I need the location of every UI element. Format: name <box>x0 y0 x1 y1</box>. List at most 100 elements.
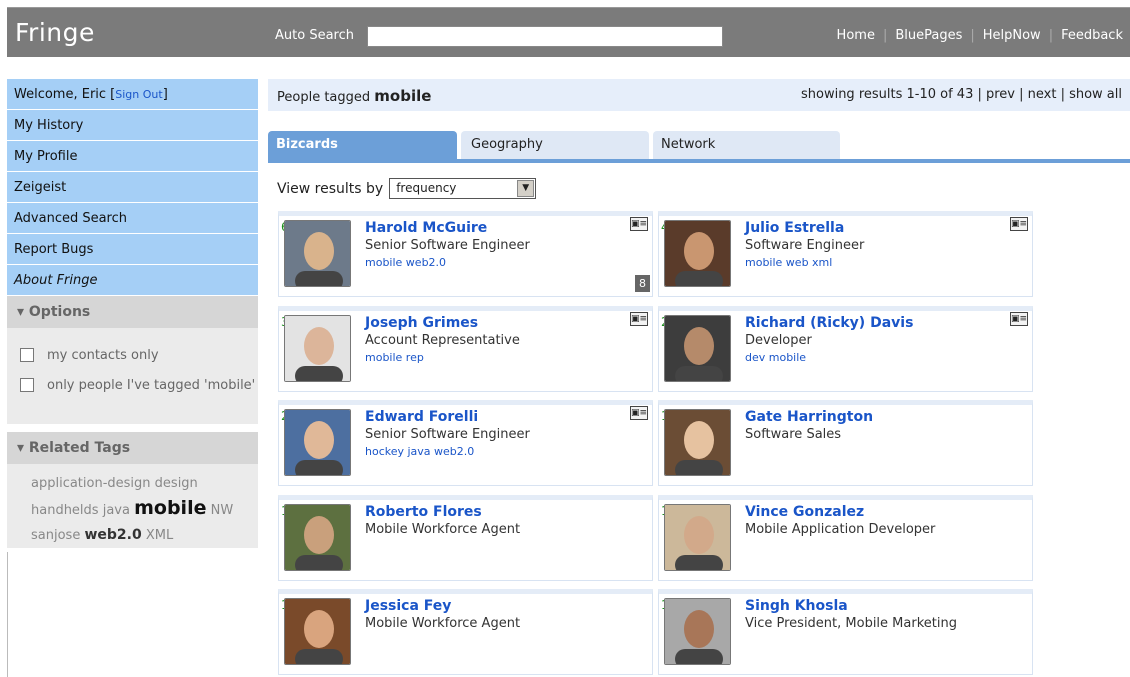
tagged-mobile-checkbox[interactable] <box>20 378 34 392</box>
divider <box>7 552 8 677</box>
person-photo[interactable] <box>664 504 731 571</box>
person-photo-image <box>665 316 730 381</box>
vcard-icon[interactable]: ▣≡ <box>630 406 648 420</box>
tab-bizcards[interactable]: Bizcards <box>268 131 457 159</box>
person-card: 1 Roberto Flores Mobile Workforce Agent <box>278 495 653 581</box>
vcard-icon[interactable]: ▣≡ <box>1010 312 1028 326</box>
welcome-row: Welcome, Eric [Sign Out] <box>7 79 258 110</box>
vcard-icon[interactable]: ▣≡ <box>630 217 648 231</box>
person-name[interactable]: Vince Gonzalez <box>745 504 864 520</box>
person-tags[interactable]: mobile web xml <box>745 256 832 269</box>
tag-link[interactable]: XML <box>146 528 173 543</box>
tag-link[interactable]: NW <box>211 503 234 518</box>
tag-link[interactable]: sanjose <box>31 528 80 543</box>
person-title: Mobile Workforce Agent <box>365 616 521 631</box>
person-name[interactable]: Julio Estrella <box>745 220 844 236</box>
sidebar-item-my-history[interactable]: My History <box>7 110 258 141</box>
person-tags[interactable]: mobile web2.0 <box>365 256 446 269</box>
sidebar-item-report-bugs[interactable]: Report Bugs <box>7 234 258 265</box>
person-name[interactable]: Singh Khosla <box>745 598 848 614</box>
nav-separator: | <box>1048 28 1054 43</box>
person-title: Senior Software Engineer <box>365 427 530 442</box>
tag-link[interactable]: mobile <box>134 497 206 519</box>
welcome-bracket: ] <box>162 87 168 102</box>
person-card: 3 Joseph Grimes Account Representative mobi… <box>278 306 653 392</box>
person-name[interactable]: Edward Forelli <box>365 409 478 425</box>
related-tags-title: Related Tags <box>28 440 131 456</box>
nav-home-link[interactable]: Home <box>837 28 875 43</box>
person-name[interactable]: Roberto Flores <box>365 504 482 520</box>
nav-bluepages-link[interactable]: BluePages <box>895 28 962 43</box>
person-card: 6 Harold McGuire Senior Software Engineer m… <box>278 211 653 297</box>
person-title: Developer <box>745 333 812 348</box>
person-photo[interactable] <box>284 409 351 476</box>
results-prefix: People tagged <box>277 90 375 105</box>
person-tags[interactable]: dev mobile <box>745 351 806 364</box>
view-by-select[interactable]: frequency ▼ <box>389 178 537 199</box>
nav-helpnow-link[interactable]: HelpNow <box>983 28 1041 43</box>
tag-link[interactable]: design <box>155 476 198 491</box>
nav-separator: | <box>882 28 888 43</box>
top-nav: Home | BluePages | HelpNow | Feedback <box>837 28 1123 43</box>
vcard-icon[interactable]: ▣≡ <box>1010 217 1028 231</box>
tab-geography[interactable]: Geography <box>461 131 649 159</box>
options-title: Options <box>28 304 91 320</box>
person-photo[interactable] <box>664 409 731 476</box>
person-name[interactable]: Richard (Ricky) Davis <box>745 315 913 331</box>
person-photo[interactable] <box>664 220 731 287</box>
person-photo-image <box>285 316 350 381</box>
person-tags[interactable]: mobile rep <box>365 351 424 364</box>
sidebar-item-about-fringe[interactable]: About Fringe <box>7 265 258 296</box>
person-title: Mobile Application Developer <box>745 522 936 537</box>
person-photo-image <box>665 505 730 570</box>
sidebar-item-zeigeist[interactable]: Zeigeist <box>7 172 258 203</box>
results-tag: mobile <box>374 87 432 105</box>
person-photo[interactable] <box>284 315 351 382</box>
my-contacts-label: my contacts only <box>47 347 159 363</box>
related-tags-header[interactable]: ▾ Related Tags <box>7 432 258 464</box>
dropdown-arrow-icon[interactable]: ▼ <box>517 180 535 197</box>
nav-feedback-link[interactable]: Feedback <box>1061 28 1123 43</box>
option-row: only people I've tagged 'mobile' <box>7 370 258 400</box>
person-title: Mobile Workforce Agent <box>365 522 521 537</box>
tab-underline <box>268 159 1130 163</box>
header: Fringe Auto Search Home | BluePages | He… <box>7 7 1130 57</box>
person-photo[interactable] <box>284 220 351 287</box>
view-by-selected: frequency <box>396 181 457 195</box>
nav-separator: | <box>970 28 975 43</box>
person-photo[interactable] <box>284 504 351 571</box>
view-by-label: View results by <box>277 180 384 197</box>
collapse-arrow-icon: ▾ <box>17 440 29 456</box>
brand-logo[interactable]: Fringe <box>15 18 95 47</box>
person-photo[interactable] <box>664 315 731 382</box>
options-panel: my contacts only only people I've tagged… <box>7 328 258 424</box>
related-tags-panel: application-design design handhelds java… <box>7 464 258 548</box>
person-tags[interactable]: hockey java web2.0 <box>365 445 474 458</box>
tab-network[interactable]: Network <box>653 131 840 159</box>
tag-link[interactable]: web2.0 <box>84 527 141 543</box>
my-contacts-checkbox[interactable] <box>20 348 34 362</box>
tag-link[interactable]: application-design <box>31 476 151 491</box>
sign-out-link[interactable]: Sign Out <box>115 88 162 101</box>
person-name[interactable]: Jessica Fey <box>365 598 451 614</box>
auto-search-input[interactable] <box>367 26 723 47</box>
person-photo[interactable] <box>664 598 731 665</box>
person-title: Vice President, Mobile Marketing <box>745 616 957 631</box>
person-name[interactable]: Harold McGuire <box>365 220 487 236</box>
options-header[interactable]: ▾ Options <box>7 296 258 328</box>
sidebar-item-advanced-search[interactable]: Advanced Search <box>7 203 258 234</box>
tag-link[interactable]: java <box>103 503 130 518</box>
person-photo-image <box>285 410 350 475</box>
person-photo[interactable] <box>284 598 351 665</box>
tag-link[interactable]: handhelds <box>31 503 99 518</box>
person-name[interactable]: Gate Harrington <box>745 409 873 425</box>
vcard-icon[interactable]: ▣≡ <box>630 312 648 326</box>
results-header: People tagged mobile showing results 1-1… <box>268 79 1130 111</box>
person-name[interactable]: Joseph Grimes <box>365 315 478 331</box>
sidebar-item-my-profile[interactable]: My Profile <box>7 141 258 172</box>
person-card: 2 Richard (Ricky) Davis Developer dev mobil… <box>658 306 1033 392</box>
results-pager[interactable]: showing results 1-10 of 43 | prev | next… <box>801 87 1122 102</box>
tagged-mobile-label: only people I've tagged 'mobile' <box>47 377 256 393</box>
person-photo-image <box>285 599 350 664</box>
person-card: 1 Singh Khosla Vice President, Mobile Mark… <box>658 589 1033 675</box>
